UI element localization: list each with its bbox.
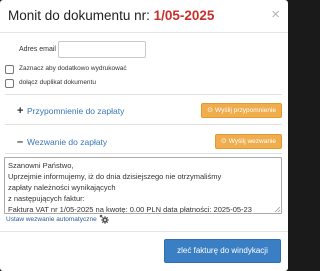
reminder-section-header[interactable]: + Przypomnienie do zapłaty ⊙ Wyślij przyp…	[0, 97, 288, 127]
send-demand-label: Wyślij wezwanie	[228, 138, 276, 145]
modal-title: Monit do dokumentu nr: 1/05-2025	[8, 8, 214, 23]
duplicate-option-label: dołącz duplikat dokumentu	[19, 79, 96, 86]
reminder-section-title[interactable]: Przypomnienie do zapłaty	[27, 106, 124, 116]
demand-section-title[interactable]: Wezwanie do zapłaty	[27, 137, 107, 147]
send-reminder-label: Wyślij przypomnienie	[215, 107, 276, 114]
send-to-collection-button[interactable]: zleć fakturę do windykacji	[164, 239, 281, 263]
print-checkbox[interactable]	[5, 65, 14, 74]
footer-divider	[0, 231, 288, 232]
gear-icon[interactable]	[99, 214, 109, 224]
send-circle-icon: ⊙	[207, 107, 213, 114]
dunning-modal: Monit do dokumentu nr: 1/05-2025 × Adres…	[0, 0, 288, 271]
duplicate-checkbox[interactable]	[5, 79, 14, 88]
modal-header: Monit do dokumentu nr: 1/05-2025 ×	[0, 0, 288, 33]
resize-grip-icon[interactable]	[274, 206, 281, 213]
auto-demand-link[interactable]: Ustaw wezwanie automatyczne	[6, 216, 97, 223]
close-icon[interactable]: ×	[271, 6, 280, 23]
expand-icon[interactable]: +	[17, 105, 23, 117]
email-label: Adres email	[19, 46, 56, 53]
send-reminder-button[interactable]: ⊙ Wyślij przypomnienie	[201, 103, 282, 118]
document-number: 1/05-2025	[153, 8, 215, 23]
email-field[interactable]	[58, 41, 146, 58]
send-demand-button[interactable]: ⊙ Wyślij wezwanie	[214, 134, 282, 149]
print-option-label: Zaznacz aby dodatkowo wydrukować	[19, 65, 127, 72]
modal-title-prefix: Monit do dokumentu nr:	[8, 8, 150, 23]
collapse-icon[interactable]: –	[17, 136, 23, 148]
divider	[5, 153, 282, 154]
send-circle-icon: ⊙	[220, 138, 227, 145]
demand-message-textarea[interactable]: Szanowni Państwo, Uprzejmie informujemy,…	[4, 157, 282, 214]
divider	[5, 124, 282, 125]
divider	[5, 94, 282, 95]
